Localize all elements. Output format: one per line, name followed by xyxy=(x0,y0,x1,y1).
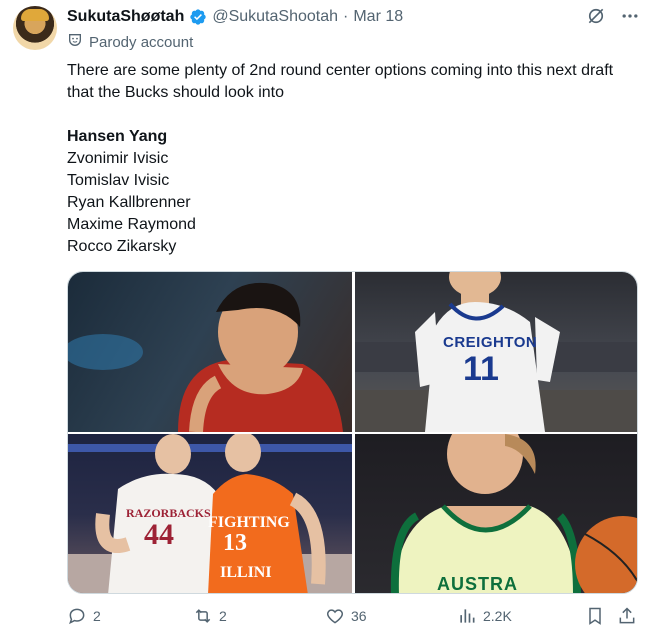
jersey-text-australia: AUSTRA xyxy=(437,574,518,594)
name-item: Maxime Raymond xyxy=(67,216,196,233)
like-count: 36 xyxy=(351,608,367,624)
verified-badge-icon xyxy=(189,8,207,26)
jersey-text-creighton: CREIGHTON xyxy=(443,334,538,351)
jersey-text-illini: ILLINI xyxy=(220,564,272,581)
names-list: Hansen Yang Zvonimir Ivisic Tomislav Ivi… xyxy=(67,126,196,258)
tweet-date[interactable]: Mar 18 xyxy=(353,8,403,26)
jersey-number-illini: 13 xyxy=(223,530,247,556)
reply-icon xyxy=(69,608,85,625)
photo-3[interactable]: RAZORBACKS 44 FIGHTING 13 ILLINI xyxy=(68,434,352,593)
views-button[interactable]: 2.2K xyxy=(457,606,512,626)
author-avatar[interactable] xyxy=(13,6,57,50)
bookmark-button[interactable] xyxy=(585,606,605,626)
jersey-number-creighton: 11 xyxy=(463,350,499,388)
name-item: Tomislav Ivisic xyxy=(67,172,170,189)
views-count: 2.2K xyxy=(483,608,512,624)
more-icon[interactable] xyxy=(620,6,640,31)
photo-2[interactable]: CREIGHTON 11 xyxy=(355,272,637,432)
bookmark-icon xyxy=(589,607,601,625)
photo-4[interactable]: AUSTRA xyxy=(355,434,637,594)
repost-button[interactable]: 2 xyxy=(193,606,227,626)
grok-icon[interactable] xyxy=(586,6,606,31)
name-item: Ryan Kallbrenner xyxy=(67,194,191,211)
media-grid: CREIGHTON 11 RAZORBACKS 44 FIGHTING 13 I… xyxy=(67,271,638,594)
like-button[interactable]: 36 xyxy=(325,606,367,626)
tweet-header: SukutaShøøtah @SukutaShootah · Mar 18 xyxy=(67,6,640,28)
name-item: Hansen Yang xyxy=(67,128,168,145)
share-icon xyxy=(619,607,635,624)
repost-icon xyxy=(195,609,211,623)
display-name[interactable]: SukutaShøøtah xyxy=(67,8,184,26)
share-button[interactable] xyxy=(617,606,637,626)
name-item: Rocco Zikarsky xyxy=(67,238,177,255)
reply-count: 2 xyxy=(93,608,101,624)
photo-1[interactable] xyxy=(68,272,352,432)
reply-button[interactable]: 2 xyxy=(67,606,101,626)
like-icon xyxy=(326,609,344,624)
tweet-text: There are some plenty of 2nd round cente… xyxy=(67,62,614,101)
author-handle[interactable]: @SukutaShootah xyxy=(212,8,338,26)
jersey-text-fighting: FIGHTING xyxy=(208,514,290,531)
jersey-number-razorbacks: 44 xyxy=(144,518,174,551)
name-item: Zvonimir Ivisic xyxy=(67,150,169,167)
parody-mask-icon xyxy=(67,32,83,52)
separator-dot: · xyxy=(343,8,349,25)
parody-label-text: Parody account xyxy=(89,33,194,51)
views-icon xyxy=(460,609,475,623)
tweet-actions: 2 2 36 2.2K xyxy=(67,606,637,630)
repost-count: 2 xyxy=(219,608,227,624)
parody-label: Parody account xyxy=(67,32,193,52)
